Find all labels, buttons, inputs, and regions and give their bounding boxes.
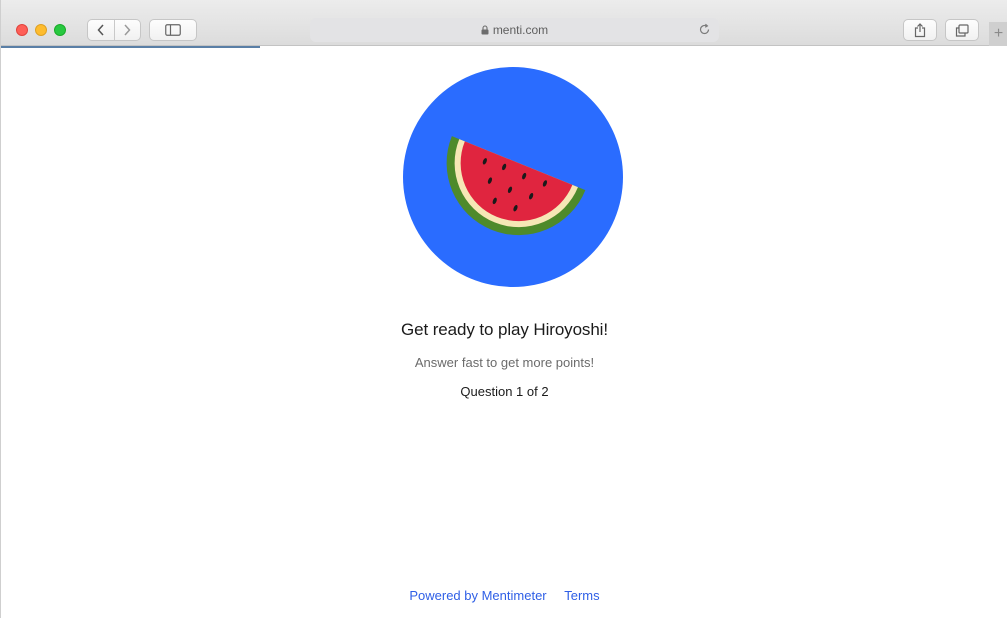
new-tab-button[interactable]: + <box>989 22 1007 46</box>
player-avatar <box>403 67 623 287</box>
browser-window: menti.com + Get ready to play Hiroyoshi!… <box>0 0 1007 618</box>
browser-toolbar: menti.com + <box>1 0 1007 46</box>
plus-icon: + <box>993 25 1004 42</box>
close-window-button[interactable] <box>16 24 28 36</box>
question-counter: Question 1 of 2 <box>460 384 549 399</box>
terms-link[interactable]: Terms <box>564 588 599 603</box>
reload-icon[interactable] <box>698 23 711 39</box>
minimize-window-button[interactable] <box>35 24 47 36</box>
chevron-right-icon <box>124 24 131 36</box>
sidebar-toggle-button[interactable] <box>149 19 197 41</box>
url-text: menti.com <box>492 23 549 37</box>
footer: Powered by Mentimeter Terms <box>1 588 1007 603</box>
address-bar[interactable]: menti.com <box>310 18 719 42</box>
watermelon-icon <box>446 136 586 236</box>
back-button[interactable] <box>88 20 114 40</box>
powered-by-mentimeter-link[interactable]: Powered by Mentimeter <box>409 588 546 603</box>
page-title: Get ready to play Hiroyoshi! <box>401 320 608 339</box>
forward-button[interactable] <box>113 20 141 40</box>
share-icon <box>914 22 926 37</box>
zoom-window-button[interactable] <box>54 24 66 36</box>
tabs-icon <box>955 23 969 37</box>
sidebar-icon <box>165 24 181 36</box>
lock-icon <box>481 25 489 35</box>
share-button[interactable] <box>903 19 937 41</box>
page-load-progress-bar <box>1 46 260 48</box>
navigation-buttons <box>87 19 141 41</box>
subtitle: Answer fast to get more points! <box>414 355 595 370</box>
show-tabs-button[interactable] <box>945 19 979 41</box>
chevron-left-icon <box>97 24 104 36</box>
